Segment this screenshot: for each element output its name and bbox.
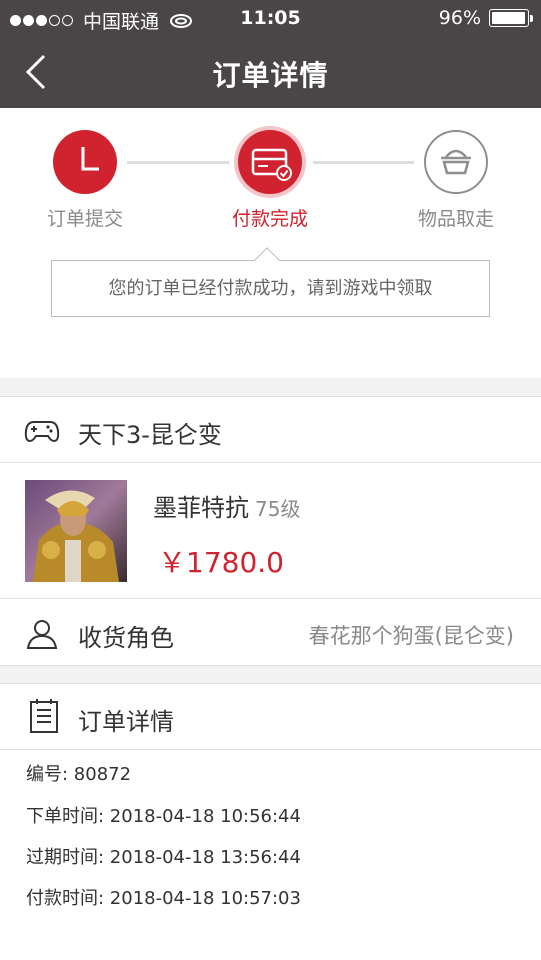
card-paid-icon xyxy=(251,148,292,181)
step-submitted xyxy=(53,130,117,194)
recipient-role-value: 春花那个狗蛋(昆仑变) xyxy=(308,624,514,648)
game-row: 天下3-昆仑变 xyxy=(0,396,541,463)
recipient-role-row: 收货角色 春花那个狗蛋(昆仑变) xyxy=(0,598,541,666)
step-picked-up xyxy=(424,130,488,194)
game-title: 天下3-昆仑变 xyxy=(78,421,222,449)
step-label-submitted: 订单提交 xyxy=(46,208,123,230)
battery-icon xyxy=(489,9,533,27)
order-details-body: 编号: 80872 下单时间: 2018-04-18 10:56:44 过期时间… xyxy=(0,750,541,960)
section-gap xyxy=(0,666,541,683)
step-paid xyxy=(238,130,302,194)
order-details-label: 订单详情 xyxy=(78,708,174,736)
product-image xyxy=(25,480,127,582)
status-right: 96% xyxy=(438,7,533,29)
product-level: 75级 xyxy=(255,497,301,521)
step-label-paid: 付款完成 xyxy=(231,208,308,230)
product-price: ￥1780.0 xyxy=(158,546,284,579)
step-label-picked-up: 物品取走 xyxy=(417,208,494,230)
recipient-role-label: 收货角色 xyxy=(78,624,174,652)
order-created-time: 下单时间: 2018-04-18 10:56:44 xyxy=(26,806,301,827)
product-name-text: 墨菲特抗 xyxy=(153,494,249,522)
clock-icon xyxy=(81,147,99,171)
product-item[interactable]: 墨菲特抗 75级 ￥1780.0 xyxy=(0,463,541,598)
nav-bar: 订单详情 xyxy=(0,36,541,108)
user-icon xyxy=(26,620,58,649)
step-connector xyxy=(127,161,229,164)
basket-icon xyxy=(441,149,471,175)
status-bar: 中国联通 11:05 96% xyxy=(0,0,541,36)
header: 中国联通 11:05 96% 订单详情 xyxy=(0,0,541,108)
battery-level xyxy=(492,12,525,24)
gamepad-icon xyxy=(24,421,60,443)
order-number: 编号: 80872 xyxy=(26,764,132,785)
order-details-header: 订单详情 xyxy=(0,683,541,750)
product-name: 墨菲特抗 75级 xyxy=(153,488,300,523)
order-expire-time: 过期时间: 2018-04-18 13:56:44 xyxy=(26,847,301,868)
step-connector xyxy=(313,161,414,164)
page-title: 订单详情 xyxy=(212,59,329,92)
order-paid-time: 付款时间: 2018-04-18 10:57:03 xyxy=(26,888,301,909)
order-progress: 订单提交 付款完成 物品取走 您的订单已经付款成功，请到游戏中领取 xyxy=(0,108,541,378)
document-icon xyxy=(30,699,58,733)
battery-percent: 96% xyxy=(438,7,481,29)
section-gap xyxy=(0,378,541,396)
